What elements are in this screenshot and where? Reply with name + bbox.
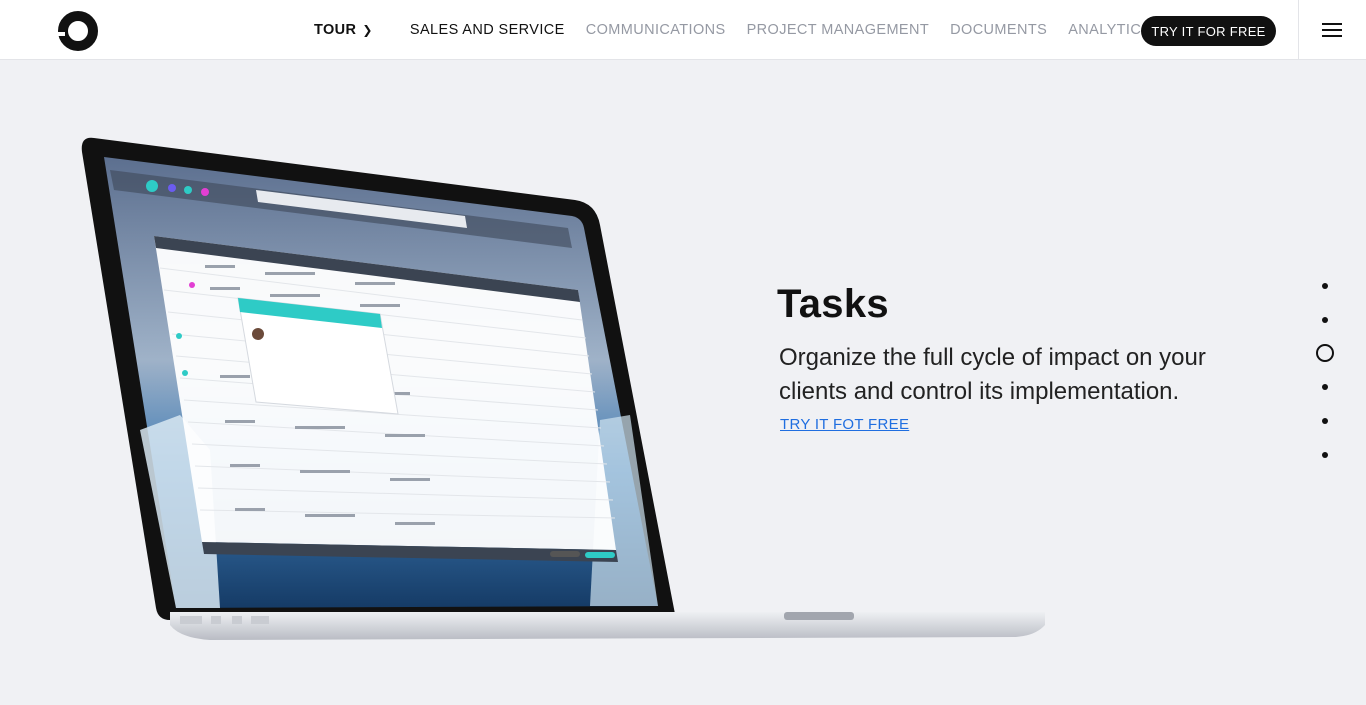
pager-dot[interactable] (1322, 384, 1328, 390)
nav-communications[interactable]: COMMUNICATIONS (586, 22, 726, 38)
chevron-right-icon: ❯ (362, 23, 373, 37)
nav-documents[interactable]: DOCUMENTS (950, 22, 1047, 38)
page-title: Tasks (777, 282, 889, 326)
pager-dot[interactable] (1322, 452, 1328, 458)
pager-dot[interactable] (1322, 317, 1328, 323)
nav-analytics[interactable]: ANALYTICS (1068, 22, 1151, 38)
nav-tour[interactable]: TOUR ❯ (314, 22, 373, 38)
pager-dot[interactable] (1322, 283, 1328, 289)
top-header: TOUR ❯ SALES AND SERVICE COMMUNICATIONS P… (0, 0, 1366, 60)
feature-description: Organize the full cycle of impact on you… (779, 344, 1206, 405)
try-free-button[interactable]: TRY IT FOR FREE (1141, 16, 1276, 46)
nav-tour-label: TOUR (314, 22, 357, 38)
nav-project-management[interactable]: PROJECT MANAGEMENT (747, 22, 930, 38)
pager-dot-active[interactable] (1316, 344, 1334, 362)
try-free-link[interactable]: TRY IT FOT FREE (780, 416, 909, 433)
pager-dot[interactable] (1322, 418, 1328, 424)
ring-logo-icon[interactable] (57, 10, 99, 52)
main-nav: TOUR ❯ SALES AND SERVICE COMMUNICATIONS P… (314, 0, 1172, 60)
hamburger-menu-icon[interactable] (1320, 21, 1344, 39)
header-divider (1298, 0, 1299, 60)
nav-sales-and-service[interactable]: SALES AND SERVICE (410, 22, 565, 38)
